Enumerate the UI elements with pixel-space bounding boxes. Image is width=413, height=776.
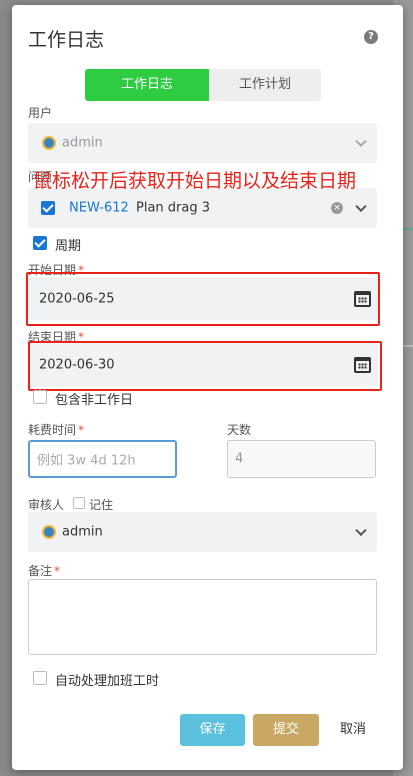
time-spent-input[interactable]: 例如 3w 4d 12h xyxy=(28,440,177,478)
auto-overtime-label: 自动处理加班工时 xyxy=(55,674,160,689)
user-value: admin xyxy=(62,135,103,151)
time-spent-label: 耗费时间 * xyxy=(28,423,85,437)
chevron-down-icon[interactable] xyxy=(355,524,367,537)
remember-checkbox[interactable] xyxy=(73,497,85,509)
remark-label: 备注 * xyxy=(28,564,61,578)
issue-key[interactable]: NEW-612 xyxy=(69,201,129,216)
issue-summary: Plan drag 3 xyxy=(136,200,211,216)
avatar xyxy=(42,525,56,539)
avatar xyxy=(42,136,56,150)
background-accent xyxy=(403,228,413,230)
reviewer-value: admin xyxy=(62,524,103,540)
reviewer-label: 审核人 xyxy=(28,498,65,512)
tab-worklog[interactable]: 工作日志 xyxy=(85,69,209,101)
user-label: 用户 xyxy=(28,106,53,120)
dialog-title: 工作日志 xyxy=(28,29,105,51)
chevron-down-icon[interactable] xyxy=(355,135,367,148)
chevron-down-icon[interactable] xyxy=(355,200,367,213)
period-label: 周期 xyxy=(55,239,82,254)
days-label: 天数 xyxy=(227,423,252,437)
remark-textarea[interactable] xyxy=(28,579,377,655)
background-divider xyxy=(403,345,413,347)
include-non-working-checkbox[interactable] xyxy=(33,390,47,404)
submit-button[interactable]: 提交 xyxy=(253,714,319,746)
remember-label: 记住 xyxy=(89,498,114,512)
save-button[interactable]: 保存 xyxy=(180,714,245,746)
auto-overtime-checkbox[interactable] xyxy=(33,671,47,685)
days-input: 4 xyxy=(227,440,376,478)
period-checkbox[interactable] xyxy=(33,236,47,250)
worklog-dialog: 工作日志 ? 工作日志 工作计划 用户 admin 问题 NEW-612 Pla… xyxy=(12,5,403,770)
highlight-box-start xyxy=(26,272,380,326)
include-non-working-label: 包含非工作日 xyxy=(55,393,134,408)
issue-select[interactable]: NEW-612 Plan drag 3 × xyxy=(28,188,377,228)
reviewer-select[interactable]: admin xyxy=(28,512,377,552)
tab-workplan[interactable]: 工作计划 xyxy=(209,69,321,101)
cancel-button[interactable]: 取消 xyxy=(329,714,377,746)
days-value: 4 xyxy=(235,451,244,467)
help-icon[interactable]: ? xyxy=(364,30,378,44)
time-spent-placeholder: 例如 3w 4d 12h xyxy=(37,453,136,469)
issue-checkbox[interactable] xyxy=(41,201,55,215)
user-select[interactable]: admin xyxy=(28,123,377,163)
highlight-box-end xyxy=(28,341,382,391)
tab-bar: 工作日志 工作计划 xyxy=(85,69,321,101)
clear-icon[interactable]: × xyxy=(331,202,343,214)
annotation-text: 鼠标松开后获取开始日期以及结束日期 xyxy=(33,170,357,192)
